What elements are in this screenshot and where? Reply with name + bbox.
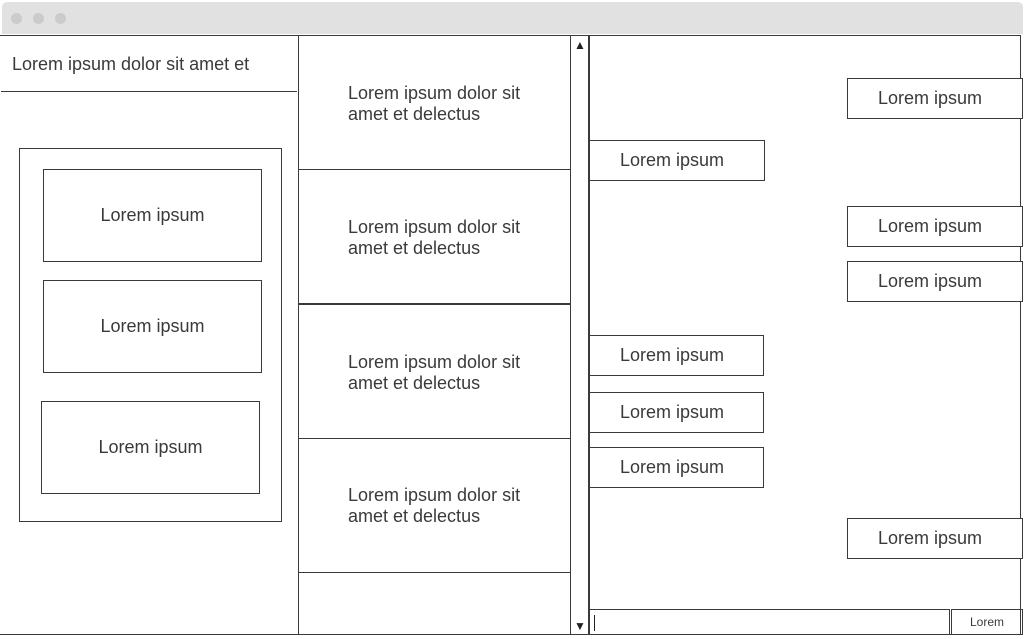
- list-item-text: Lorem ipsum dolor sit amet et delectus: [348, 82, 521, 124]
- chat-message-text: Lorem ipsum: [620, 150, 725, 170]
- list-item[interactable]: Lorem ipsum dolor sit amet et delectus: [299, 36, 570, 171]
- window-close-button[interactable]: [11, 13, 22, 24]
- card-box[interactable]: Lorem ipsum: [41, 401, 260, 494]
- card-box-label: Lorem ipsum: [98, 437, 203, 457]
- card-box[interactable]: Lorem ipsum: [43, 280, 262, 373]
- chat-message-text: Lorem ipsum: [878, 216, 983, 236]
- left-panel-title: Lorem ipsum dolor sit amet et: [1, 36, 297, 92]
- chat-message-incoming[interactable]: Lorem ipsum: [589, 392, 764, 433]
- send-button[interactable]: Lorem: [951, 609, 1023, 635]
- text-caret: [594, 615, 595, 631]
- chat-input[interactable]: [590, 609, 950, 635]
- chat-message-outgoing[interactable]: Lorem ipsum: [847, 206, 1023, 247]
- chat-message-outgoing[interactable]: Lorem ipsum: [847, 518, 1023, 559]
- chat-message-text: Lorem ipsum: [878, 88, 983, 108]
- list-item-text: Lorem ipsum dolor sit amet et delectus: [348, 484, 521, 526]
- list-item[interactable]: Lorem ipsum dolor sit amet et delectus: [299, 305, 570, 440]
- list-item-text: Lorem ipsum dolor sit amet et delectus: [348, 216, 521, 258]
- scroll-up-arrow-icon[interactable]: ▲: [571, 38, 589, 52]
- chat-message-outgoing[interactable]: Lorem ipsum: [847, 261, 1023, 302]
- window-titlebar: [2, 2, 1023, 34]
- chat-message-text: Lorem ipsum: [878, 528, 983, 548]
- chat-message-incoming[interactable]: Lorem ipsum: [589, 140, 765, 181]
- list-item[interactable]: Lorem ipsum dolor sit amet et delectus: [299, 170, 570, 305]
- window-minimize-button[interactable]: [33, 13, 44, 24]
- chat-message-text: Lorem ipsum: [620, 345, 725, 365]
- card-box-label: Lorem ipsum: [100, 205, 205, 225]
- scroll-down-arrow-icon[interactable]: ▼: [571, 619, 589, 633]
- window-maximize-button[interactable]: [55, 13, 66, 24]
- list-item[interactable]: Lorem ipsum dolor sit amet et delectus: [299, 439, 570, 572]
- chat-message-incoming[interactable]: Lorem ipsum: [589, 447, 764, 488]
- chat-message-outgoing[interactable]: Lorem ipsum: [847, 78, 1023, 119]
- list-divider: [299, 572, 570, 573]
- list-item-text: Lorem ipsum dolor sit amet et delectus: [348, 351, 521, 393]
- card-box[interactable]: Lorem ipsum: [43, 169, 262, 262]
- chat-message-text: Lorem ipsum: [878, 271, 983, 291]
- card-box-label: Lorem ipsum: [100, 316, 205, 336]
- chat-message-incoming[interactable]: Lorem ipsum: [589, 335, 764, 376]
- scrollbar[interactable]: [571, 36, 589, 634]
- chat-message-text: Lorem ipsum: [620, 402, 725, 422]
- chat-message-text: Lorem ipsum: [620, 457, 725, 477]
